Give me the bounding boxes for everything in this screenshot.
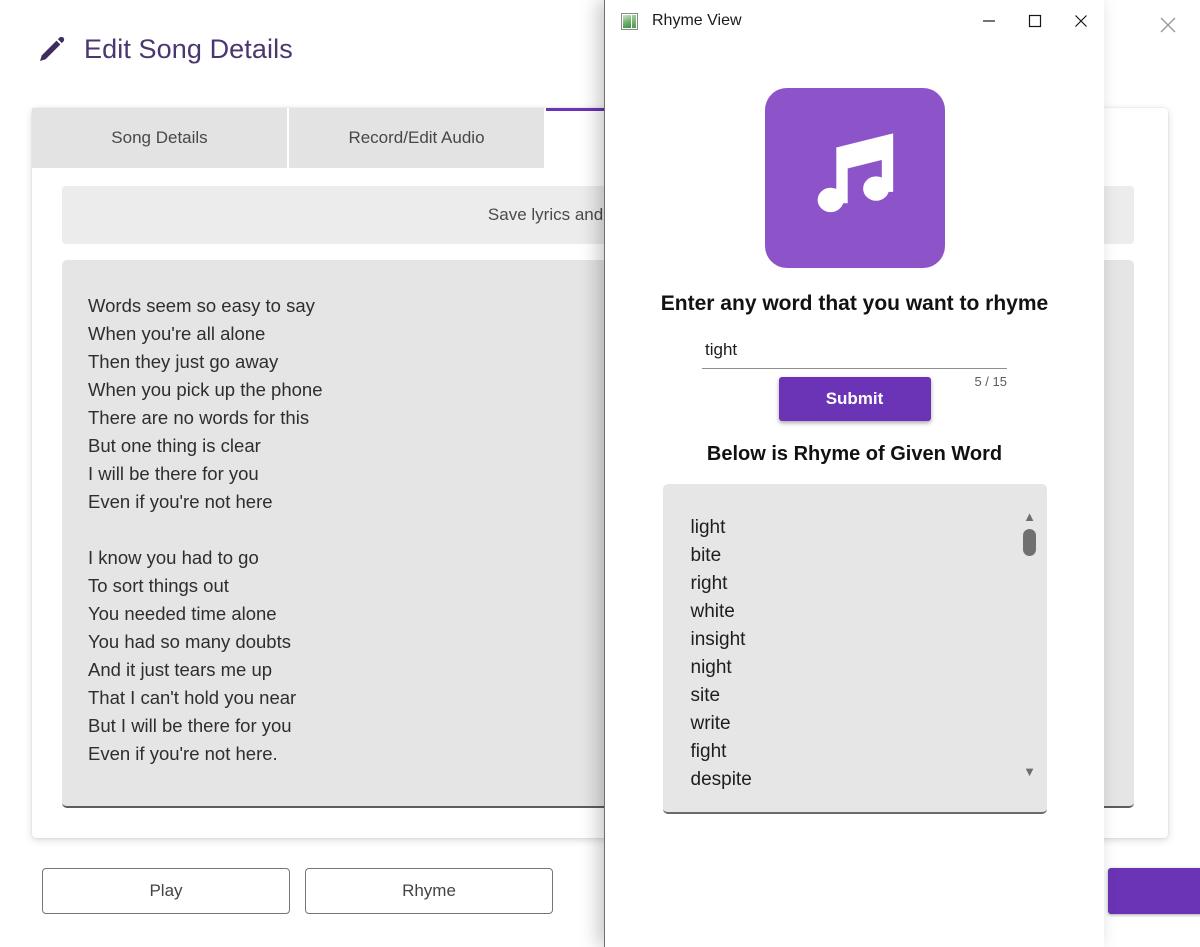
scrollbar-thumb[interactable] bbox=[1023, 529, 1036, 556]
list-item[interactable]: insight bbox=[691, 626, 1047, 654]
list-item[interactable]: right bbox=[691, 570, 1047, 598]
page-title-row: Edit Song Details bbox=[36, 34, 293, 65]
results-heading: Below is Rhyme of Given Word bbox=[706, 443, 1003, 465]
rhyme-prompt-heading: Enter any word that you want to rhyme bbox=[660, 292, 1049, 315]
list-item[interactable]: light bbox=[691, 514, 1047, 542]
rhyme-view-titlebar[interactable]: Rhyme View bbox=[605, 0, 1104, 42]
list-item[interactable]: site bbox=[691, 682, 1047, 710]
list-item[interactable]: bite bbox=[691, 542, 1047, 570]
rhyme-view-body: Enter any word that you want to rhyme 5 … bbox=[605, 88, 1104, 814]
primary-save-button[interactable] bbox=[1108, 868, 1200, 914]
list-item[interactable]: write bbox=[691, 710, 1047, 738]
rhyme-results-box[interactable]: light bite right white insight night sit… bbox=[662, 484, 1047, 814]
app-close-icon[interactable] bbox=[1148, 8, 1188, 42]
window-controls bbox=[966, 0, 1104, 42]
screen: Edit Song Details Song Details Record/Ed… bbox=[0, 0, 1200, 947]
tab-record-edit-audio-label: Record/Edit Audio bbox=[348, 128, 485, 147]
rhyme-button[interactable]: Rhyme bbox=[305, 868, 553, 914]
scroll-down-icon[interactable]: ▼ bbox=[1023, 765, 1036, 778]
music-note-icon bbox=[764, 88, 945, 268]
rhyme-view-window: Rhyme View Enter any word that you want … bbox=[604, 0, 1104, 947]
rhyme-word-input[interactable] bbox=[702, 338, 1007, 369]
results-scrollbar[interactable]: ▲ ▼ bbox=[1021, 510, 1039, 778]
scroll-up-icon[interactable]: ▲ bbox=[1023, 510, 1036, 523]
page-title: Edit Song Details bbox=[84, 34, 293, 64]
app-logo-icon bbox=[621, 12, 638, 30]
minimize-icon[interactable] bbox=[966, 0, 1012, 42]
tab-song-details[interactable]: Song Details bbox=[32, 108, 289, 168]
tab-record-edit-audio[interactable]: Record/Edit Audio bbox=[289, 108, 546, 168]
rhyme-view-title: Rhyme View bbox=[652, 12, 742, 29]
list-item[interactable]: fight bbox=[691, 738, 1047, 766]
close-icon[interactable] bbox=[1058, 0, 1104, 42]
character-counter: 5 / 15 bbox=[974, 374, 1007, 389]
maximize-icon[interactable] bbox=[1012, 0, 1058, 42]
rhyme-input-wrap bbox=[702, 338, 1007, 369]
rhyme-results-list: light bite right white insight night sit… bbox=[663, 484, 1047, 794]
tab-song-details-label: Song Details bbox=[111, 128, 208, 147]
list-item[interactable]: night bbox=[691, 654, 1047, 682]
pencil-icon bbox=[36, 35, 66, 65]
submit-button[interactable]: Submit bbox=[778, 377, 931, 421]
list-item[interactable]: despite bbox=[691, 766, 1047, 794]
list-item[interactable]: white bbox=[691, 598, 1047, 626]
play-button[interactable]: Play bbox=[42, 868, 290, 914]
